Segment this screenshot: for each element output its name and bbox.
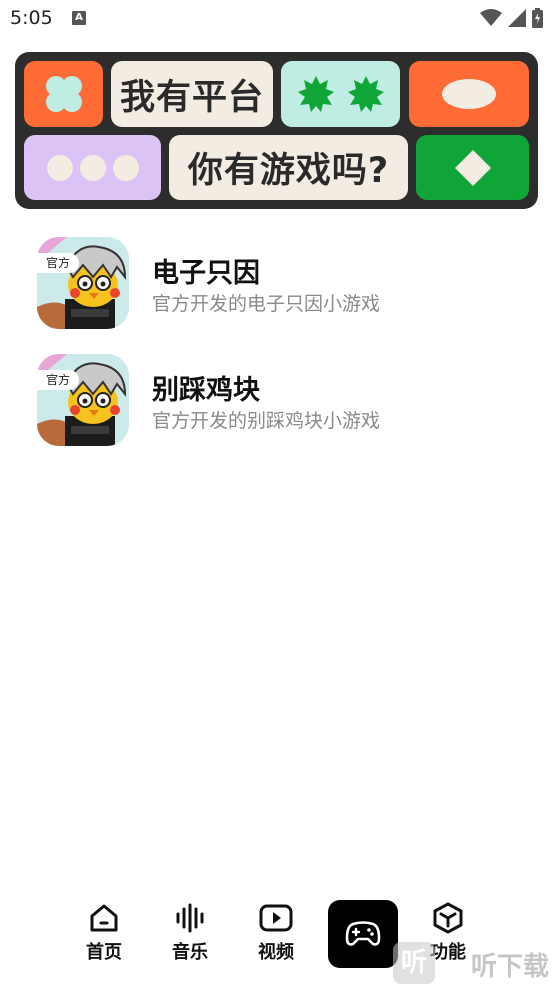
game-icon: 官方 [37, 354, 129, 446]
game-item-biecai[interactable]: 官方 别踩鸡块 官方开发的别踩鸡块小游戏 [37, 354, 517, 446]
wifi-icon [480, 9, 502, 26]
promo-banner[interactable]: 我有平台 你有游戏吗? [15, 52, 538, 209]
audio-wave-icon [176, 903, 204, 933]
signal-icon [508, 9, 526, 27]
status-icons [480, 8, 543, 28]
banner-tile-stars [281, 61, 400, 127]
dots-icon [46, 154, 139, 181]
nav-video-label: 视频 [258, 942, 294, 963]
nav-home[interactable]: 首页 [74, 902, 134, 964]
status-time: 5:05 [10, 7, 53, 29]
watermark: 听 听下载 [393, 942, 553, 984]
star-burst-icons [297, 76, 384, 112]
diamond-icon [454, 149, 491, 186]
banner-tile-diamond [416, 135, 529, 200]
nav-games[interactable] [328, 900, 398, 968]
game-title: 电子只因 [152, 258, 260, 289]
official-badge: 官方 [37, 370, 80, 390]
cube-icon [433, 902, 463, 934]
banner-tile-text1: 我有平台 [111, 61, 273, 127]
game-title: 别踩鸡块 [152, 375, 260, 406]
game-description: 官方开发的电子只因小游戏 [152, 293, 381, 315]
banner-tile-dots [24, 135, 161, 200]
banner-tile-oval [409, 61, 529, 127]
home-icon [90, 904, 118, 932]
banner-tile-flower [24, 61, 103, 127]
watermark-logo: 听 [393, 942, 435, 984]
oval-icon [442, 79, 496, 109]
chicken-avatar-icon [37, 354, 129, 446]
flower-icon [45, 76, 82, 112]
notification-icon: A [72, 11, 86, 25]
nav-music-label: 音乐 [172, 942, 208, 963]
battery-icon [532, 8, 543, 28]
game-description: 官方开发的别踩鸡块小游戏 [152, 410, 381, 432]
gamepad-icon [345, 921, 381, 946]
game-icon: 官方 [37, 237, 129, 329]
chicken-avatar-icon [37, 237, 129, 329]
nav-video[interactable]: 视频 [246, 902, 306, 964]
status-bar: 5:05 A [0, 0, 553, 40]
watermark-text: 听下载 [471, 952, 550, 982]
game-item-dianzi[interactable]: 官方 电子只因 官方开发的电子只因小游戏 [37, 237, 517, 329]
play-icon [259, 904, 293, 932]
nav-home-label: 首页 [86, 942, 122, 963]
official-badge: 官方 [37, 253, 80, 273]
banner-text2: 你有游戏吗? [187, 151, 390, 191]
nav-music[interactable]: 音乐 [160, 902, 220, 964]
banner-tile-text2: 你有游戏吗? [169, 135, 408, 200]
banner-text1: 我有平台 [119, 77, 264, 118]
